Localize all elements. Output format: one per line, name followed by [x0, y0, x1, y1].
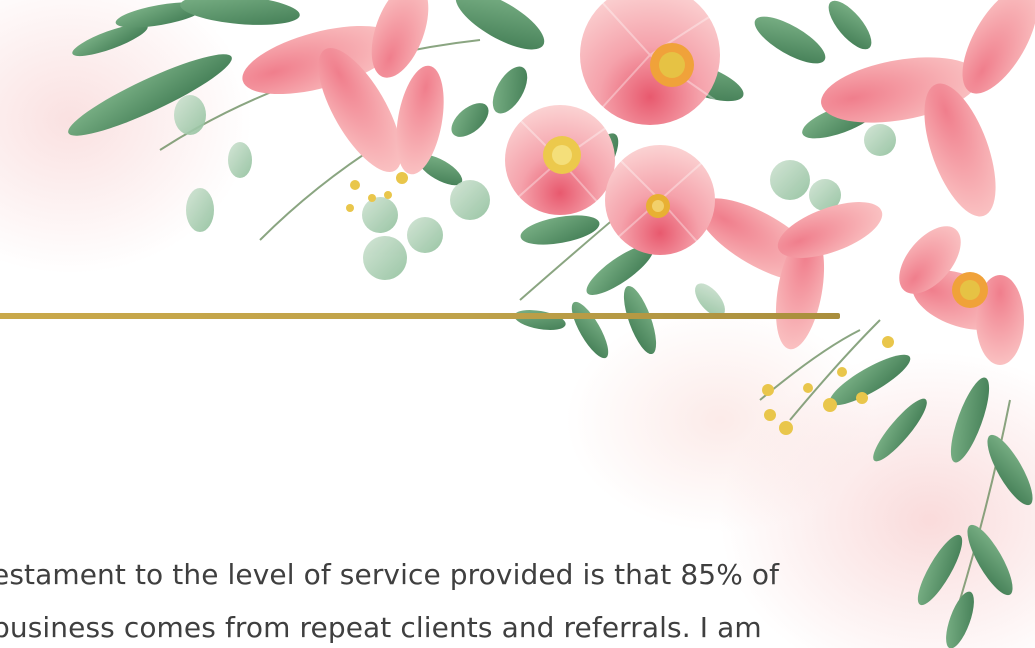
document-page: estament to the level of service provide… — [0, 0, 1035, 648]
body-paragraph: estament to the level of service provide… — [0, 558, 780, 644]
gold-divider-line — [0, 313, 840, 319]
